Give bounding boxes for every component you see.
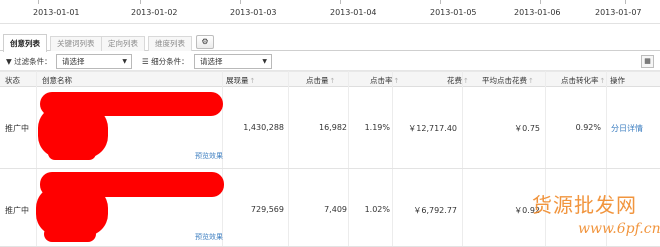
sort-arrow-icon: ↑ bbox=[599, 77, 606, 85]
daily-detail-link[interactable]: 分日详情 bbox=[611, 123, 643, 134]
date-tick bbox=[440, 0, 441, 4]
impressions-value: 1,430,288 bbox=[243, 123, 284, 132]
grid-icon: ▦ bbox=[644, 57, 651, 65]
column-clicks[interactable]: 点击量↑ bbox=[306, 75, 335, 86]
date-tick bbox=[340, 0, 341, 4]
watermark-logo: 货源批发网 www.6pf.cn bbox=[520, 187, 660, 247]
date-axis: 2013-01-01 2013-01-02 2013-01-03 2013-01… bbox=[0, 0, 660, 24]
cost-value: ￥6,792.77 bbox=[413, 206, 457, 215]
clicks-value: 16,982 bbox=[319, 123, 347, 132]
watermark-url: www.6pf.cn bbox=[578, 221, 660, 237]
settings-button[interactable]: ⚙ bbox=[196, 35, 214, 49]
segment-label: ☰ 细分条件： bbox=[142, 57, 189, 66]
filter-label: ▼ 过滤条件： bbox=[6, 57, 52, 66]
date-label: 2013-01-07 bbox=[595, 8, 642, 17]
tab-creative-list[interactable]: 创意列表 bbox=[3, 34, 47, 52]
filter-bar: ▼ 过滤条件： 请选择 ▼ ☰ 细分条件： 请选择 ▼ bbox=[0, 52, 660, 71]
funnel-icon: ▼ bbox=[6, 57, 12, 66]
date-tick bbox=[38, 0, 39, 4]
tab-targeting-list[interactable]: 定向列表 bbox=[101, 36, 145, 51]
tab-dimension-list[interactable]: 维度列表 bbox=[148, 36, 192, 51]
table-header: 状态 创意名称 展现量↑ 点击量↑ 点击率↑ 花费↑ 平均点击花费↑ 点击转化率… bbox=[0, 71, 660, 87]
conversion-rate-value: 0.92% bbox=[575, 123, 601, 132]
preview-link[interactable]: 预览效果 bbox=[195, 151, 223, 161]
status-text: 推广中 bbox=[5, 124, 29, 133]
date-label: 2013-01-01 bbox=[33, 8, 80, 17]
impressions-value: 729,569 bbox=[250, 205, 284, 214]
column-ctr[interactable]: 点击率↑ bbox=[370, 75, 399, 86]
sort-arrow-icon: ↑ bbox=[329, 77, 336, 85]
preview-link[interactable]: 预览效果 bbox=[195, 232, 223, 242]
column-impressions[interactable]: 展现量↑ bbox=[226, 75, 255, 86]
avg-cpc-value: ￥0.75 bbox=[514, 124, 540, 133]
clicks-value: 7,409 bbox=[324, 205, 347, 214]
ctr-value: 1.02% bbox=[364, 205, 390, 214]
watermark-title: 货源批发网 bbox=[532, 193, 637, 217]
date-tick bbox=[540, 0, 541, 4]
cost-value: ￥12,717.40 bbox=[408, 124, 457, 133]
date-label: 2013-01-06 bbox=[514, 8, 561, 17]
date-label: 2013-01-05 bbox=[430, 8, 477, 17]
column-avg-cpc[interactable]: 平均点击花费↑ bbox=[482, 75, 534, 86]
filter-condition-select[interactable]: 请选择 ▼ bbox=[56, 54, 132, 69]
date-tick bbox=[625, 0, 626, 4]
sort-arrow-icon: ↑ bbox=[463, 77, 469, 85]
caret-down-icon: ▼ bbox=[122, 58, 127, 65]
segment-condition-select[interactable]: 请选择 ▼ bbox=[194, 54, 272, 69]
list-icon: ☰ bbox=[142, 57, 149, 66]
status-text: 推广中 bbox=[5, 206, 29, 215]
gear-icon: ⚙ bbox=[201, 37, 209, 46]
column-status: 状态 bbox=[5, 76, 20, 85]
sort-arrow-icon: ↑ bbox=[528, 77, 534, 85]
column-action: 操作 bbox=[610, 76, 625, 85]
column-settings-button[interactable]: ▦ bbox=[641, 55, 654, 68]
ctr-value: 1.19% bbox=[364, 123, 390, 132]
column-conversion-rate[interactable]: 点击转化率↑ bbox=[561, 75, 605, 86]
date-label: 2013-01-03 bbox=[230, 8, 277, 17]
list-tabs: 创意列表 关键词列表 定向列表 维度列表 bbox=[0, 34, 660, 52]
caret-down-icon: ▼ bbox=[262, 58, 267, 65]
sort-arrow-icon: ↑ bbox=[393, 77, 400, 85]
column-cost[interactable]: 花费↑ bbox=[447, 75, 469, 86]
sort-arrow-icon: ↑ bbox=[249, 77, 256, 85]
date-tick bbox=[140, 0, 141, 4]
date-label: 2013-01-02 bbox=[131, 8, 178, 17]
tab-keyword-list[interactable]: 关键词列表 bbox=[50, 36, 102, 51]
date-tick bbox=[240, 0, 241, 4]
column-creative-name: 创意名称 bbox=[42, 76, 72, 85]
date-label: 2013-01-04 bbox=[330, 8, 377, 17]
